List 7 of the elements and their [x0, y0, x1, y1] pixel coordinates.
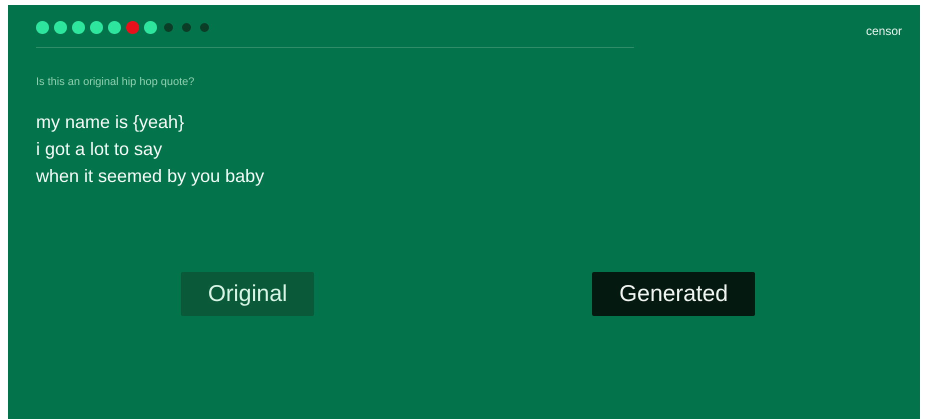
censor-button[interactable]: censor [866, 22, 902, 40]
answer-button[interactable]: Original [181, 272, 314, 316]
quote-line: i got a lot to say [36, 138, 164, 161]
answer-button[interactable]: Generated [592, 272, 755, 316]
question-text: Is this an original hip hop quote? [36, 75, 196, 90]
quote-line: my name is {yeah} [36, 110, 186, 134]
quote-line: when it seemed by you baby [36, 164, 266, 188]
